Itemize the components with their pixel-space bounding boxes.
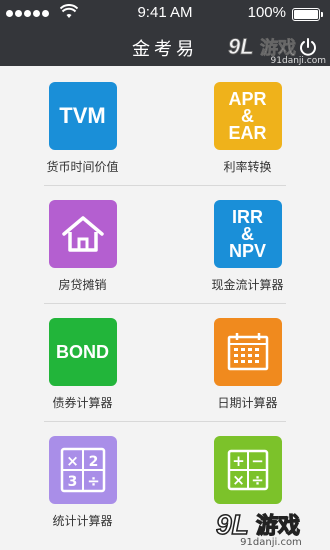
mortgage-tile[interactable] (48, 200, 117, 268)
svg-text:游戏: 游戏 (256, 513, 300, 539)
svg-text:9L: 9L (216, 509, 249, 540)
menu-item-cashflow[interactable]: IRR & NPV 现金流计算器 (165, 184, 330, 302)
svg-text:×: × (66, 452, 79, 470)
bond-tile-text: BOND (56, 341, 109, 362)
watermark-logo-top: 9L 游戏 91danji.com (228, 34, 326, 66)
calculator-icon: + − × ÷ (227, 449, 268, 491)
house-icon (61, 216, 104, 252)
svg-text:×: × (232, 471, 245, 489)
watermark-url-top: 91danji.com (270, 56, 326, 66)
irr-npv-tile[interactable]: IRR & NPV (213, 200, 282, 268)
svg-text:2: 2 (88, 454, 98, 470)
bond-tile[interactable]: BOND (48, 318, 117, 386)
menu-item-label: 利率转换 (223, 160, 272, 174)
menu-item-label: 现金流计算器 (211, 278, 284, 292)
menu-item-label: 房贷摊销 (58, 278, 107, 292)
menu-item-bond[interactable]: BOND 债券计算器 (0, 302, 165, 420)
svg-text:÷: ÷ (87, 472, 100, 490)
menu-item-label: 统计计算器 (52, 514, 113, 528)
menu-item-label: 日期计算器 (217, 396, 278, 410)
menu-item-statistics[interactable]: × 2 3 ÷ 统计计算器 (0, 420, 165, 538)
watermark-brand-icon: 9L 游戏 (216, 508, 301, 540)
battery-percent: 100% (247, 4, 286, 21)
date-tile[interactable] (213, 318, 282, 386)
menu-item-mortgage[interactable]: 房贷摊销 (0, 184, 165, 302)
battery-icon (292, 8, 323, 21)
menu-item-rate-conversion[interactable]: APR & EAR 利率转换 (165, 66, 330, 184)
menu-item-tvm[interactable]: TVM 货币时间价值 (0, 66, 165, 184)
watermark-url-bottom: 91danji.com (240, 537, 302, 548)
svg-text:+: + (232, 452, 245, 470)
svg-text:÷: ÷ (251, 471, 264, 489)
statistics-tile[interactable]: × 2 3 ÷ (48, 436, 117, 504)
menu-item-label: 货币时间价值 (46, 160, 119, 174)
watermark-brand-icon: 9L 游戏 (228, 34, 296, 58)
tvm-tile[interactable]: TVM (48, 82, 117, 150)
status-bar: 9:41 AM 100% (0, 0, 330, 28)
calculator-tile[interactable]: + − × ÷ (213, 436, 282, 504)
apr-ear-tile[interactable]: APR & EAR (213, 82, 282, 150)
tvm-tile-text: TVM (59, 103, 106, 128)
menu-item-date[interactable]: 日期计算器 (165, 302, 330, 420)
apr-ear-tile-text: APR & EAR (228, 88, 267, 143)
svg-text:9L: 9L (228, 34, 254, 58)
irr-npv-tile-text: IRR & NPV (228, 206, 266, 261)
calendar-icon (227, 333, 268, 371)
svg-text:−: − (251, 452, 264, 470)
math-symbols-icon: × 2 3 ÷ (60, 447, 105, 493)
watermark-logo-bottom: 9L 游戏 91danji.com (216, 508, 326, 548)
menu-item-label: 债券计算器 (52, 396, 113, 410)
svg-text:游戏: 游戏 (260, 37, 296, 58)
svg-text:3: 3 (67, 474, 77, 490)
